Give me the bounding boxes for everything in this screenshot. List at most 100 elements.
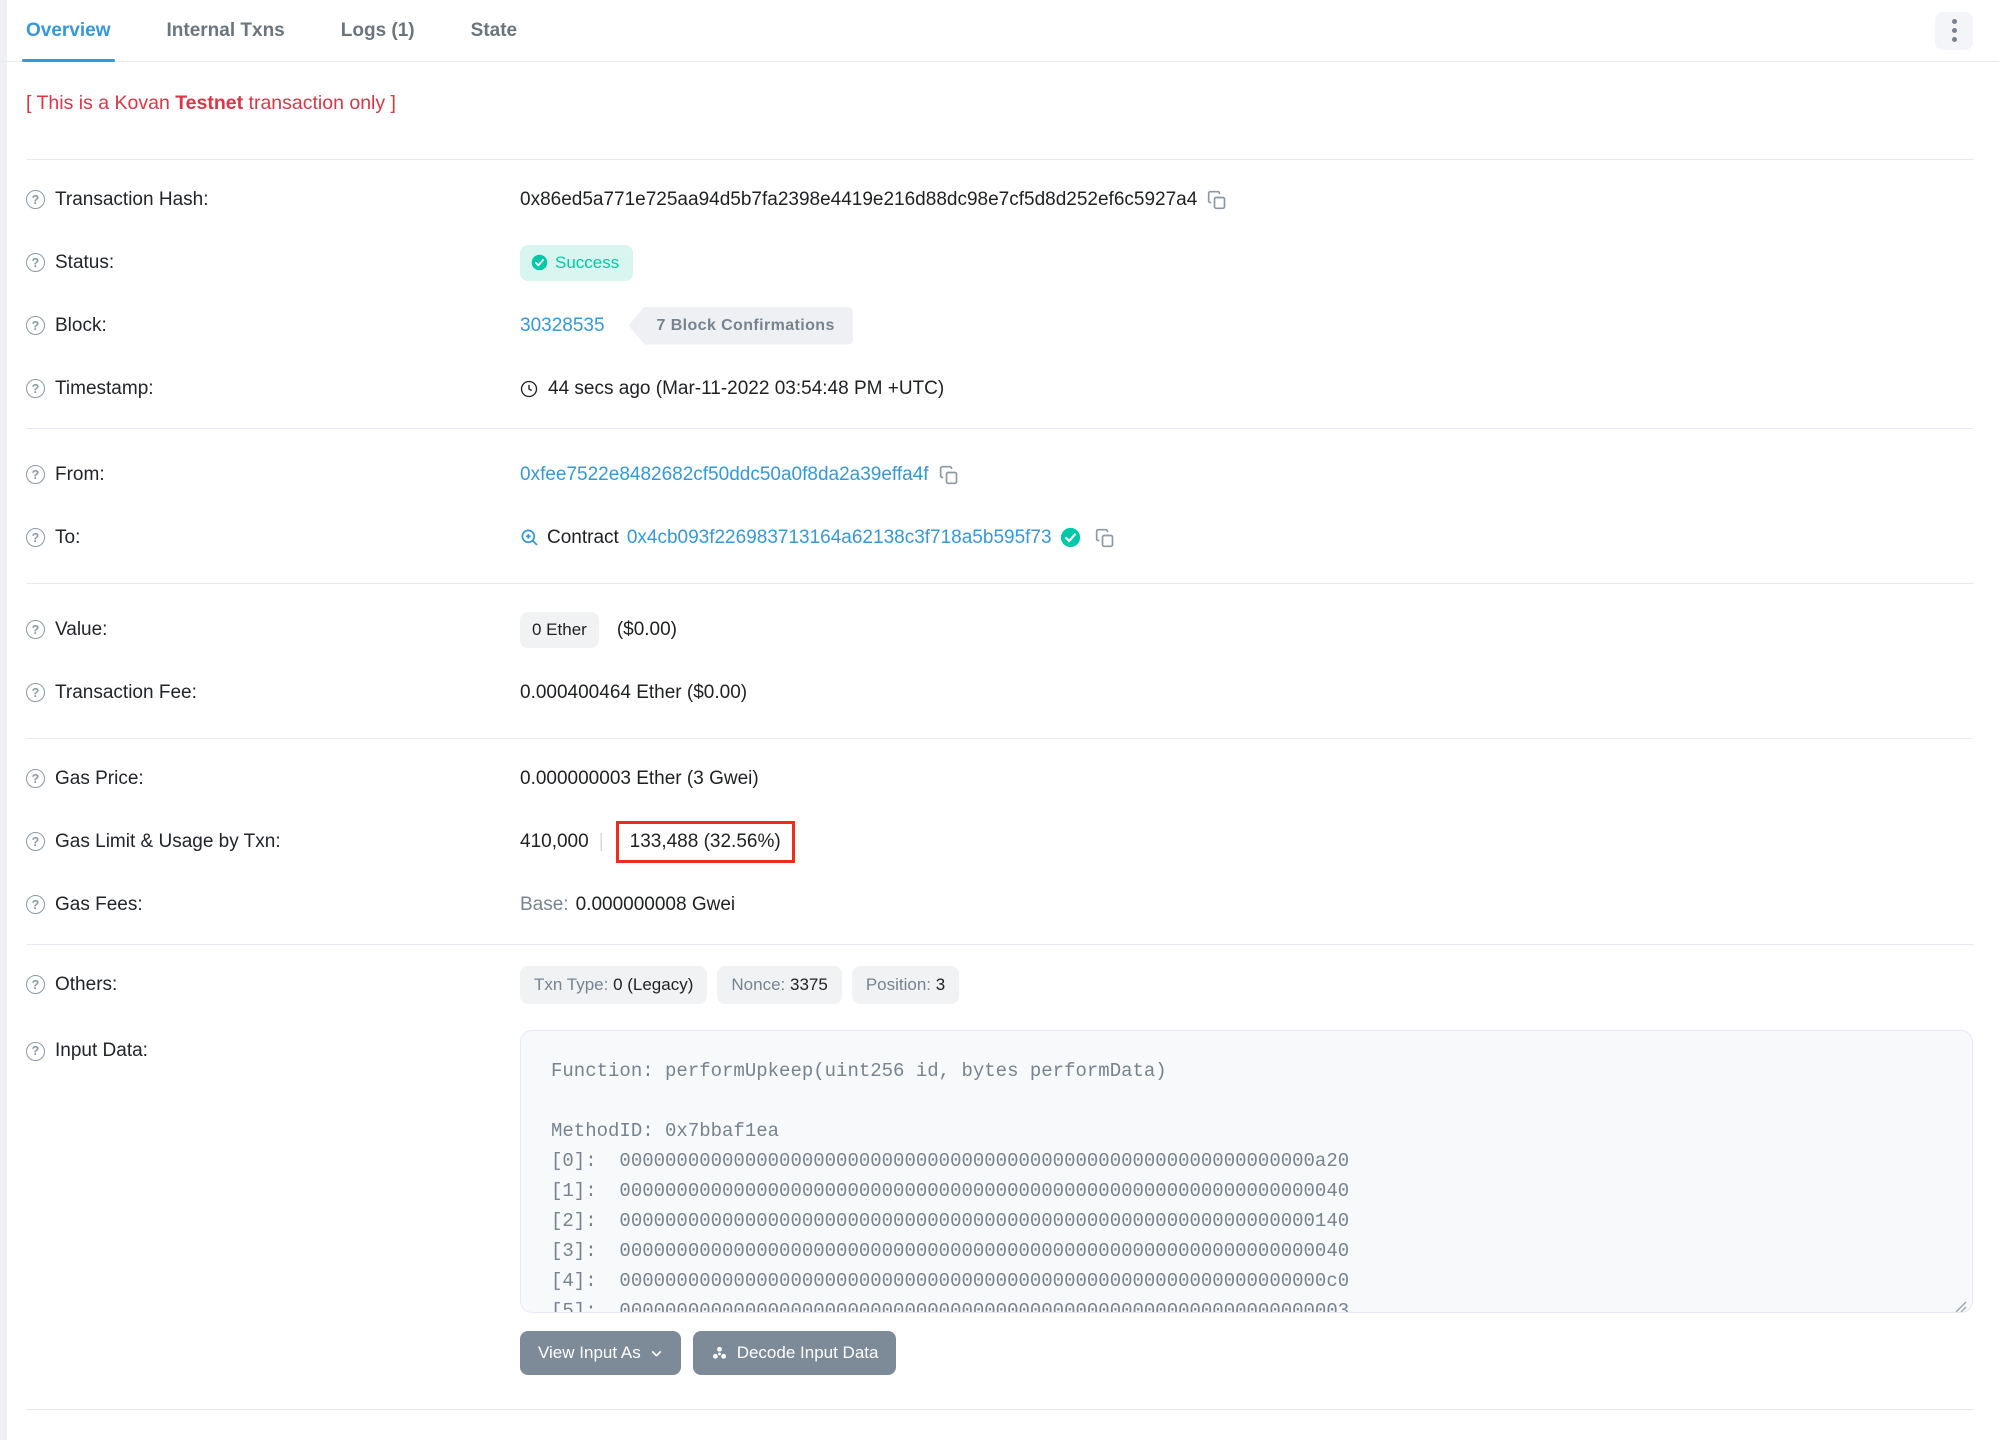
- status-label: Status:: [55, 251, 115, 273]
- row-transaction-hash: ? Transaction Hash: 0x86ed5a771e725aa94d…: [0, 168, 1999, 231]
- block-label: Block:: [55, 314, 107, 336]
- input-word-line: [0]: 00000000000000000000000000000000000…: [551, 1150, 1350, 1172]
- from-label: From:: [55, 463, 105, 485]
- section-value: ? Value: 0 Ether ($0.00) ? Transaction F…: [0, 584, 1999, 738]
- gas-used-value: 133,488 (32.56%): [629, 830, 781, 852]
- help-icon[interactable]: ?: [26, 1041, 45, 1061]
- help-icon[interactable]: ?: [26, 316, 45, 335]
- help-icon[interactable]: ?: [26, 253, 45, 272]
- help-icon[interactable]: ?: [26, 379, 45, 398]
- nonce-badge: Nonce: 3375: [717, 965, 842, 1004]
- row-label: ? Others:: [26, 974, 520, 996]
- row-label: ? To:: [26, 527, 520, 549]
- row-label: ? Status:: [26, 252, 520, 274]
- section-parties: ? From: 0xfee7522e8482682cf50ddc50a0f8da…: [0, 429, 1999, 583]
- zoom-in-icon[interactable]: [520, 528, 539, 547]
- row-label: ? Transaction Hash:: [26, 189, 520, 211]
- help-icon[interactable]: ?: [26, 832, 45, 851]
- row-label: ? From:: [26, 464, 520, 486]
- tab-overview[interactable]: Overview: [22, 0, 114, 62]
- help-icon[interactable]: ?: [26, 190, 45, 209]
- value-label: Value:: [55, 618, 108, 640]
- row-label: ? Input Data:: [26, 1040, 520, 1062]
- value-usd: ($0.00): [616, 618, 678, 640]
- to-address-link[interactable]: 0x4cb093f226983713164a62138c3f718a5b595f…: [627, 527, 1052, 549]
- input-word-line: [5]: 00000000000000000000000000000000000…: [551, 1300, 1350, 1313]
- gas-price-label: Gas Price:: [55, 767, 144, 789]
- decode-icon: [712, 1346, 726, 1359]
- gas-limit-value: 410,000: [520, 830, 589, 852]
- input-word-line: [3]: 00000000000000000000000000000000000…: [551, 1240, 1350, 1262]
- tab-internal-txns[interactable]: Internal Txns: [167, 0, 285, 61]
- from-address-link[interactable]: 0xfee7522e8482682cf50ddc50a0f8da2a39effa…: [520, 464, 929, 486]
- fee-label: Transaction Fee:: [55, 681, 197, 703]
- row-label: ? Timestamp:: [26, 378, 520, 400]
- input-word-line: [4]: 00000000000000000000000000000000000…: [551, 1270, 1350, 1292]
- row-label: ? Value:: [26, 619, 520, 641]
- input-word-line: [1]: 00000000000000000000000000000000000…: [551, 1180, 1350, 1202]
- page-edge-strip: [0, 0, 7, 1440]
- help-icon[interactable]: ?: [26, 620, 45, 639]
- fee-value: 0.000400464 Ether ($0.00): [520, 681, 748, 703]
- others-label: Others:: [55, 973, 118, 995]
- txn-type-badge: Txn Type: 0 (Legacy): [520, 965, 708, 1004]
- section-others-input: ? Others: Txn Type: 0 (Legacy) Nonce: 33…: [0, 945, 1999, 1409]
- view-input-as-button[interactable]: View Input As: [520, 1331, 681, 1375]
- notice-text: [ This is a Kovan: [26, 92, 176, 114]
- decode-input-data-button[interactable]: Decode Input Data: [692, 1331, 897, 1375]
- resize-handle[interactable]: [1953, 1293, 1967, 1312]
- more-options-button[interactable]: [1935, 11, 1973, 50]
- help-icon[interactable]: ?: [26, 895, 45, 914]
- transaction-detail-page: Overview Internal Txns Logs (1) State [ …: [0, 0, 1999, 1440]
- block-number-link[interactable]: 30328535: [520, 315, 605, 337]
- value-amount-badge: 0 Ether: [520, 611, 599, 648]
- input-blank-line: [551, 1086, 1942, 1116]
- row-value: ? Value: 0 Ether ($0.00): [0, 598, 1999, 661]
- position-badge: Position: 3: [851, 965, 960, 1004]
- to-kind-text: Contract: [547, 526, 619, 548]
- input-methodid-line: MethodID: 0x7bbaf1ea: [551, 1120, 780, 1142]
- row-timestamp: ? Timestamp: 44 secs ago (Mar-11-2022 03…: [0, 357, 1999, 420]
- separator: |: [598, 830, 604, 852]
- input-data-textarea[interactable]: Function: performUpkeep(uint256 id, byte…: [520, 1030, 1973, 1313]
- check-circle-icon: [531, 254, 548, 271]
- section-gas: ? Gas Price: 0.000000003 Ether (3 Gwei) …: [0, 739, 1999, 944]
- copy-icon[interactable]: [939, 465, 959, 485]
- input-data-label: Input Data:: [55, 1040, 148, 1061]
- gas-used-highlight-box: 133,488 (32.56%): [615, 820, 795, 863]
- status-badge: Success: [520, 244, 634, 281]
- notice-bold: Testnet: [175, 92, 244, 114]
- row-block: ? Block: 30328535 7 Block Confirmations: [0, 294, 1999, 357]
- row-label: ? Block:: [26, 315, 520, 337]
- row-label: ? Gas Limit & Usage by Txn:: [26, 831, 520, 853]
- help-icon[interactable]: ?: [26, 975, 45, 994]
- input-actions: View Input As Decode Input Data: [0, 1313, 1999, 1401]
- notice-text-end: transaction only ]: [243, 92, 396, 114]
- row-transaction-fee: ? Transaction Fee: 0.000400464 Ether ($0…: [0, 661, 1999, 724]
- base-fee-value: 0.000000008 Gwei: [575, 893, 736, 915]
- kebab-icon: [1951, 19, 1957, 24]
- gas-price-value: 0.000000003 Ether (3 Gwei): [520, 767, 759, 789]
- row-input-data: ? Input Data: Function: performUpkeep(ui…: [0, 1030, 1999, 1313]
- help-icon[interactable]: ?: [26, 769, 45, 788]
- timestamp-label: Timestamp:: [55, 377, 154, 399]
- row-label: ? Gas Fees:: [26, 894, 520, 916]
- tab-logs[interactable]: Logs (1): [341, 0, 415, 61]
- verified-check-icon: [1060, 527, 1081, 548]
- help-icon[interactable]: ?: [26, 465, 45, 484]
- chevron-down-icon: [651, 1350, 661, 1356]
- row-gas-limit-usage: ? Gas Limit & Usage by Txn: 410,000 | 13…: [0, 810, 1999, 873]
- copy-icon[interactable]: [1095, 528, 1115, 548]
- row-gas-fees: ? Gas Fees: Base: 0.000000008 Gwei: [0, 873, 1999, 936]
- row-others: ? Others: Txn Type: 0 (Legacy) Nonce: 33…: [0, 953, 1999, 1016]
- testnet-notice: [ This is a Kovan Testnet transaction on…: [0, 62, 1999, 159]
- clock-icon: [520, 380, 538, 398]
- transaction-hash-value: 0x86ed5a771e725aa94d5b7fa2398e4419e216d8…: [520, 188, 1198, 210]
- row-label: ? Transaction Fee:: [26, 682, 520, 704]
- help-icon[interactable]: ?: [26, 528, 45, 547]
- base-fee-label: Base:: [520, 893, 569, 915]
- copy-icon[interactable]: [1207, 190, 1227, 210]
- help-icon[interactable]: ?: [26, 683, 45, 702]
- tab-state[interactable]: State: [471, 0, 517, 61]
- input-word-line: [2]: 00000000000000000000000000000000000…: [551, 1210, 1350, 1232]
